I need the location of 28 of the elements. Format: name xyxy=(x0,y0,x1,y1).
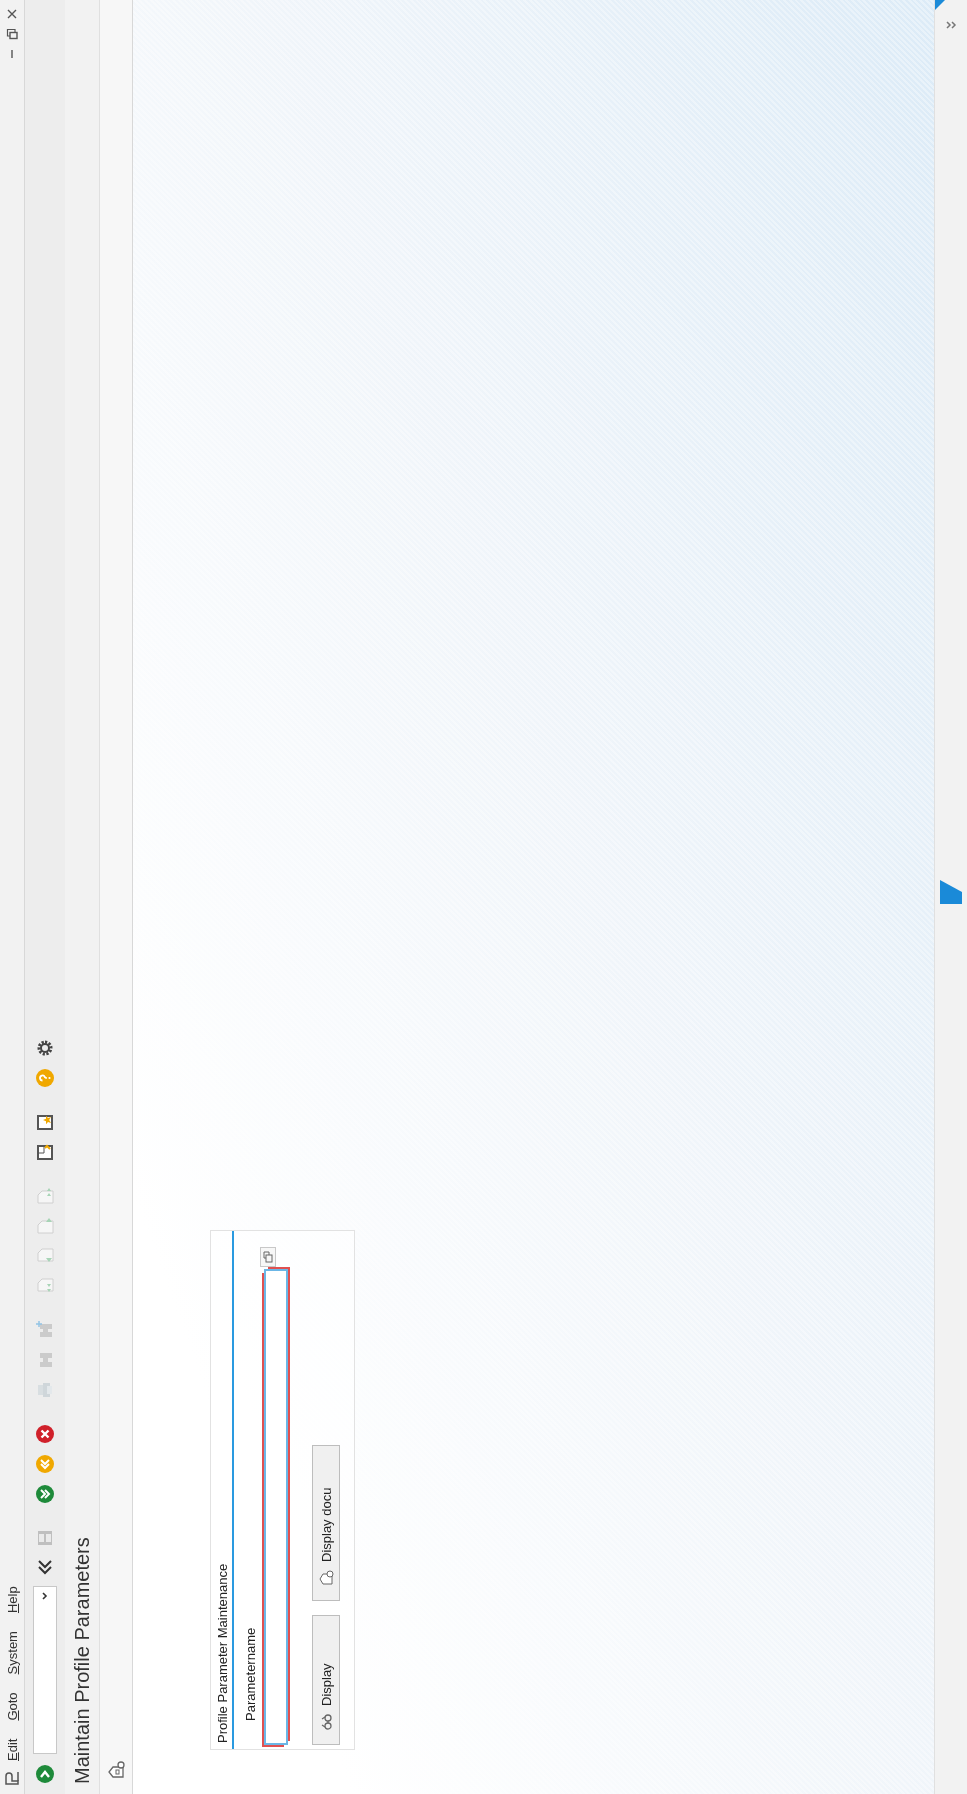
display-button[interactable]: Display xyxy=(312,1615,340,1745)
menu-item[interactable]: System xyxy=(4,1622,20,1684)
close-icon[interactable] xyxy=(6,8,18,20)
menu-item[interactable]: Goto xyxy=(4,1683,20,1730)
menu-item[interactable]: Edit xyxy=(4,1729,20,1770)
double-chevron-left-icon[interactable] xyxy=(36,1558,54,1576)
help-icon[interactable] xyxy=(35,1068,55,1088)
menu-icon[interactable] xyxy=(4,1770,20,1786)
cross-icon[interactable] xyxy=(35,1424,55,1444)
command-field[interactable] xyxy=(33,1586,57,1754)
check-icon[interactable] xyxy=(35,1764,55,1784)
menu-item[interactable]: Help xyxy=(4,1577,20,1623)
group-title: Profile Parameter Maintenance xyxy=(213,1231,234,1749)
restore-icon[interactable] xyxy=(6,28,18,40)
glasses-icon xyxy=(320,1714,332,1730)
corner-triangle-icon[interactable] xyxy=(935,0,945,10)
double-chevron-down-icon[interactable] xyxy=(35,1484,55,1504)
value-help-icon xyxy=(263,1251,273,1263)
display-docu-button[interactable]: Display docu xyxy=(312,1445,340,1601)
value-help-button[interactable] xyxy=(260,1247,276,1267)
screen-title: Maintain Profile Parameters xyxy=(70,1537,94,1784)
document-icon[interactable] xyxy=(106,1760,126,1780)
sap-logo-icon xyxy=(940,880,962,904)
field-label: Parametername xyxy=(243,1626,258,1721)
settings-icon[interactable] xyxy=(35,1038,55,1058)
document-icon xyxy=(318,1570,334,1586)
parameter-name-field[interactable] xyxy=(264,1269,288,1745)
double-chevron-down-icon[interactable] xyxy=(945,20,957,30)
